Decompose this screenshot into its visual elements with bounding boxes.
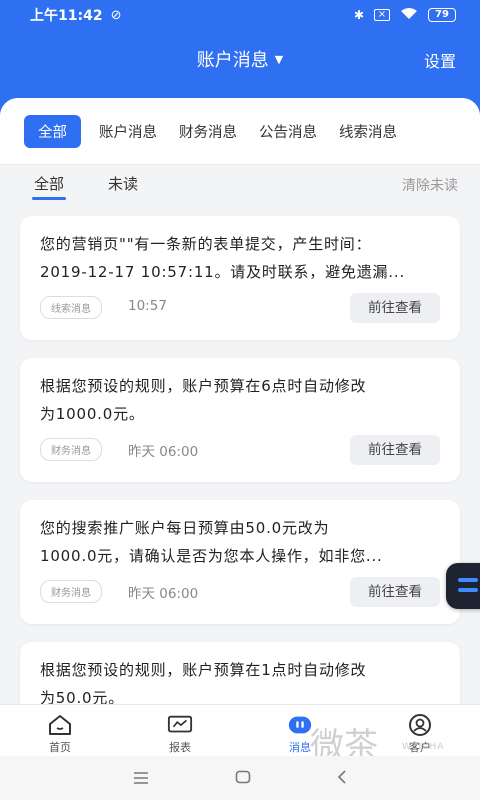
message-line: 为1000.0元。: [40, 405, 145, 423]
settings-button[interactable]: 设置: [424, 48, 456, 72]
message-line: 您的搜索推广账户每日预算由50.0元改为: [40, 519, 330, 537]
system-nav-bar: [0, 756, 480, 800]
view-button[interactable]: 前往查看: [350, 293, 440, 323]
back-icon[interactable]: [337, 769, 347, 788]
assistant-float-button[interactable]: [446, 563, 480, 609]
caret-down-icon: ▼: [274, 53, 284, 66]
tab-announcement[interactable]: 公告消息: [255, 115, 321, 148]
assistant-bar-icon: [458, 588, 478, 592]
clear-unread-button[interactable]: 清除未读: [402, 175, 458, 195]
bluetooth-icon: ✱: [353, 8, 364, 22]
view-button[interactable]: 前往查看: [350, 435, 440, 465]
message-tag: 财务消息: [40, 438, 102, 461]
user-icon: [407, 713, 433, 737]
nav-label: 消息: [289, 741, 311, 754]
message-time: 昨天 06:00: [128, 444, 199, 460]
report-icon: [167, 713, 193, 737]
message-line: 您的营销页""有一条新的表单提交，产生时间：: [40, 235, 372, 253]
nav-label: 报表: [169, 741, 191, 754]
read-tab-unread[interactable]: 未读: [108, 173, 138, 194]
message-text: 您的营销页""有一条新的表单提交，产生时间： 2019-12-17 10:57:…: [40, 230, 445, 286]
status-time: 上午11:42: [30, 8, 103, 24]
account-switcher[interactable]: 账户消息 ▼: [0, 46, 480, 72]
view-button[interactable]: 前往查看: [350, 577, 440, 607]
message-text: 您的搜索推广账户每日预算由50.0元改为 1000.0元，请确认是否为您本人操作…: [40, 514, 445, 570]
message-card[interactable]: 根据您预设的规则，账户预算在6点时自动修改 为1000.0元。 财务消息 昨天 …: [20, 358, 460, 482]
mute-icon: ⊘: [110, 7, 122, 23]
message-text: 根据您预设的规则，账户预算在1点时自动修改 为50.0元。: [40, 656, 445, 708]
status-bar: 上午11:42 ⊘ ✱ × 79: [0, 0, 480, 30]
watermark-sub: WEICHA: [402, 742, 445, 752]
message-card[interactable]: 根据您预设的规则，账户预算在1点时自动修改 为50.0元。: [20, 642, 460, 708]
tab-all[interactable]: 全部: [24, 114, 81, 148]
message-line: 根据您预设的规则，账户预算在6点时自动修改: [40, 377, 367, 395]
content-panel: 全部 账户消息 财务消息 公告消息 线索消息 全部 未读 清除未读 您的营销页"…: [0, 98, 480, 708]
message-line: 根据您预设的规则，账户预算在1点时自动修改: [40, 661, 367, 679]
tab-account[interactable]: 账户消息: [95, 115, 161, 148]
message-tag: 线索消息: [40, 296, 102, 319]
home-square-icon[interactable]: [235, 769, 251, 788]
message-line: 1000.0元，请确认是否为您本人操作，如非您...: [40, 547, 383, 565]
home-icon: [47, 713, 73, 737]
tab-leads[interactable]: 线索消息: [335, 115, 401, 148]
message-line: 2019-12-17 10:57:11。请及时联系，避免遗漏...: [40, 263, 406, 281]
message-time: 昨天 06:00: [128, 586, 199, 602]
nav-report[interactable]: 报表: [120, 705, 240, 756]
message-tag: 财务消息: [40, 580, 102, 603]
nav-label: 首页: [49, 741, 71, 754]
read-tab-all[interactable]: 全部: [31, 173, 67, 200]
read-filter-bar: 全部 未读 清除未读: [0, 164, 480, 204]
message-text: 根据您预设的规则，账户预算在6点时自动修改 为1000.0元。: [40, 372, 445, 428]
category-tabs: 全部 账户消息 财务消息 公告消息 线索消息: [0, 98, 480, 164]
tab-finance[interactable]: 财务消息: [175, 115, 241, 148]
menu-icon[interactable]: [133, 769, 149, 788]
wifi-icon: [400, 7, 418, 23]
no-sim-icon: ×: [374, 9, 390, 21]
nav-home[interactable]: 首页: [0, 705, 120, 756]
message-card[interactable]: 您的营销页""有一条新的表单提交，产生时间： 2019-12-17 10:57:…: [20, 216, 460, 340]
message-card[interactable]: 您的搜索推广账户每日预算由50.0元改为 1000.0元，请确认是否为您本人操作…: [20, 500, 460, 624]
page-title: 账户消息: [196, 50, 269, 71]
message-time: 10:57: [128, 298, 167, 314]
assistant-bar-icon: [458, 578, 478, 582]
battery-icon: 79: [428, 8, 456, 22]
status-icons: ✱ × 79: [354, 7, 456, 23]
